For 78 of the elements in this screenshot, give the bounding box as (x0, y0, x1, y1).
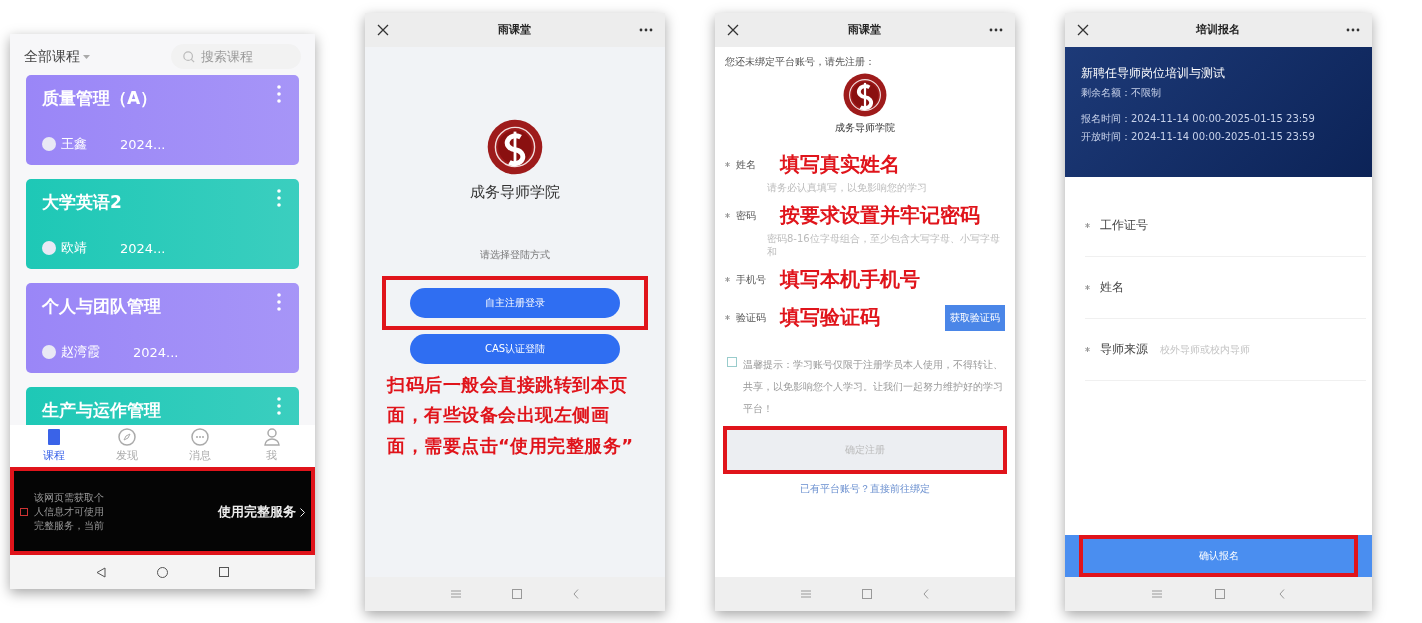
more-icon[interactable] (989, 27, 1003, 32)
compass-icon (117, 427, 138, 447)
more-icon[interactable] (639, 27, 653, 32)
field-label: 姓名 (1100, 278, 1124, 296)
course-date: 2024... (133, 344, 179, 360)
close-icon[interactable] (1077, 23, 1089, 36)
login-button[interactable]: 自主注册登录 (410, 287, 620, 318)
teacher-name: 赵湾霞 (61, 343, 100, 361)
school-name: 成务导师学院 (835, 120, 895, 135)
login-prompt: 请选择登陆方式 (480, 247, 550, 262)
menu-icon[interactable] (450, 589, 461, 598)
course-card[interactable]: 个人与团队管理 赵湾霞 2024... (26, 283, 299, 373)
checkbox-icon (20, 508, 28, 516)
home-icon[interactable] (512, 588, 522, 599)
close-icon[interactable] (377, 23, 389, 36)
login-button[interactable]: CAS认证登陆 (410, 333, 620, 364)
annotation-text: 扫码后一般会直接跳转到本页面，有些设备会出现左侧画面，需要点击“使用完整服务” (385, 372, 635, 459)
chat-icon (189, 427, 210, 447)
course-title: 新聘任导师岗位培训与测试 (1081, 64, 1226, 82)
avatar-icon (42, 137, 56, 151)
avatar-icon (42, 241, 56, 255)
course-filter-dropdown[interactable]: 全部课程 (24, 47, 90, 66)
back-icon[interactable] (95, 566, 106, 578)
course-date: 2024... (120, 136, 166, 152)
chevron-right-icon (300, 507, 305, 517)
field-label: 手机号 (736, 272, 767, 287)
course-date: 2024... (120, 240, 166, 256)
nav-tab[interactable]: 消息 (182, 427, 217, 463)
get-code-button[interactable]: 获取验证码 (945, 304, 1005, 331)
annotation-text: 填写真实姓名 (780, 151, 900, 178)
course-title: 个人与团队管理 (42, 295, 161, 318)
field-label: 导师来源 (1100, 340, 1148, 358)
more-icon[interactable] (1346, 27, 1360, 32)
home-icon[interactable] (1215, 588, 1226, 599)
agree-checkbox[interactable] (727, 356, 737, 367)
course-card[interactable]: 生产与运作管理 (26, 387, 299, 425)
permission-notice: 该网页需获取个人信息才可使用完整服务，当前 (34, 491, 105, 533)
bind-link[interactable]: 已有平台账号？直接前往绑定 (715, 481, 1015, 496)
teacher-name: 欧靖 (61, 239, 87, 257)
nav-tab[interactable]: 我 (255, 427, 288, 463)
full-service-button[interactable]: 使用完整服务 (218, 503, 305, 521)
course-title: 大学英语2 (42, 191, 122, 214)
page-title: 雨课堂 (497, 22, 531, 37)
menu-icon[interactable] (800, 589, 811, 598)
nav-tab[interactable]: 课程 (37, 427, 72, 463)
recents-icon[interactable] (219, 567, 230, 577)
course-card[interactable]: 大学英语2 欧靖 2024... (26, 179, 299, 269)
annotation-text: 填写验证码 (780, 304, 880, 331)
field-label: 密码 (736, 208, 757, 223)
user-icon (261, 427, 282, 447)
search-field[interactable]: 搜索课程 (171, 44, 301, 69)
course-title: 质量管理（A） (42, 87, 158, 110)
avatar-icon (42, 345, 56, 359)
school-logo-icon (843, 72, 887, 117)
nav-tab[interactable]: 发现 (110, 427, 145, 463)
menu-icon[interactable] (1151, 589, 1162, 598)
caret-icon (83, 54, 90, 59)
annotation-text: 填写本机手机号 (780, 266, 920, 293)
field-label: 验证码 (736, 310, 767, 325)
home-icon[interactable] (862, 588, 872, 599)
close-icon[interactable] (727, 23, 739, 36)
school-logo-icon (487, 118, 543, 175)
page-title: 雨课堂 (847, 22, 881, 37)
quota-text: 剩余名额：不限制 (1081, 85, 1162, 100)
annotation-text: 按要求设置并牢记密码 (780, 202, 980, 229)
search-input[interactable]: 搜索课程 (199, 48, 289, 65)
time-text: 开放时间：2024-11-14 00:00-2025-01-15 23:59 (1081, 129, 1316, 144)
course-title: 生产与运作管理 (42, 399, 161, 422)
course-card[interactable]: 质量管理（A） 王鑫 2024... (26, 75, 299, 165)
page-title: 培训报名 (1195, 22, 1240, 37)
intro-text: 您还未绑定平台账号，请先注册： (724, 54, 876, 69)
field-label: 工作证号 (1100, 216, 1148, 234)
home-icon[interactable] (157, 566, 168, 578)
search-icon (183, 49, 195, 64)
teacher-name: 王鑫 (61, 135, 87, 153)
field-label: 姓名 (736, 157, 757, 172)
time-text: 报名时间：2024-11-14 00:00-2025-01-15 23:59 (1081, 111, 1316, 126)
school-name: 成务导师学院 (470, 182, 560, 202)
